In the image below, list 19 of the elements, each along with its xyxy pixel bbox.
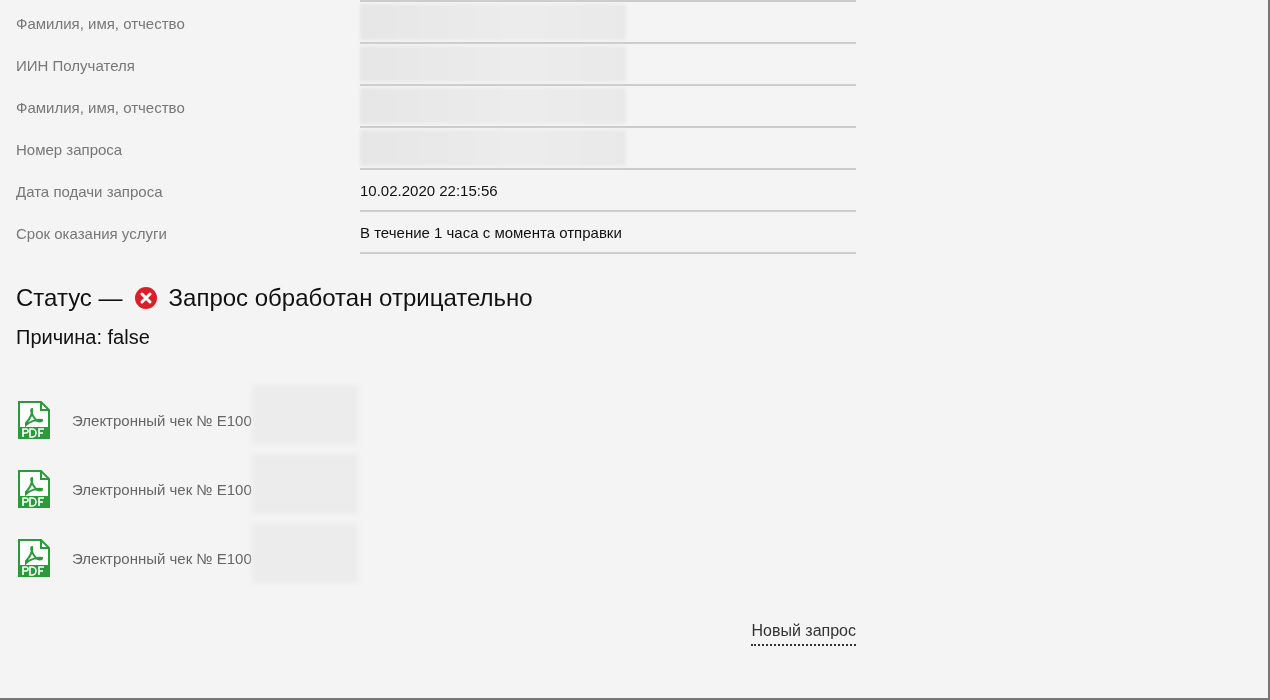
field-label: Фамилия, имя, отчество <box>16 98 186 116</box>
field-label: Дата подачи запроса <box>16 182 164 200</box>
field-label: Срок оказания услуги <box>16 224 168 242</box>
field-value: В течение 1 часа с момента отправки <box>360 223 622 241</box>
pdf-file-icon[interactable] <box>18 401 50 439</box>
field-value: 10.02.2020 22:15:56 <box>360 181 498 199</box>
field-label: Номер запроса <box>16 140 124 158</box>
status-text: Запрос обработан отрицательно <box>168 284 533 312</box>
error-icon <box>134 287 157 309</box>
status-label: Статус — <box>16 284 123 312</box>
pdf-file-icon[interactable] <box>18 470 50 508</box>
pdf-file-icon[interactable] <box>18 539 50 577</box>
reason-text: Причина: false <box>16 326 151 349</box>
receipt-link[interactable]: Электронный чек № E100 <box>72 549 252 567</box>
new-request-link[interactable]: Новый запрос <box>751 622 856 646</box>
receipt-link[interactable]: Электронный чек № E100 <box>72 480 252 498</box>
receipt-link[interactable]: Электронный чек № E100 <box>72 411 252 429</box>
field-label: Фамилия, имя, отчество <box>16 14 186 32</box>
field-label: ИИН Получателя <box>16 56 136 74</box>
